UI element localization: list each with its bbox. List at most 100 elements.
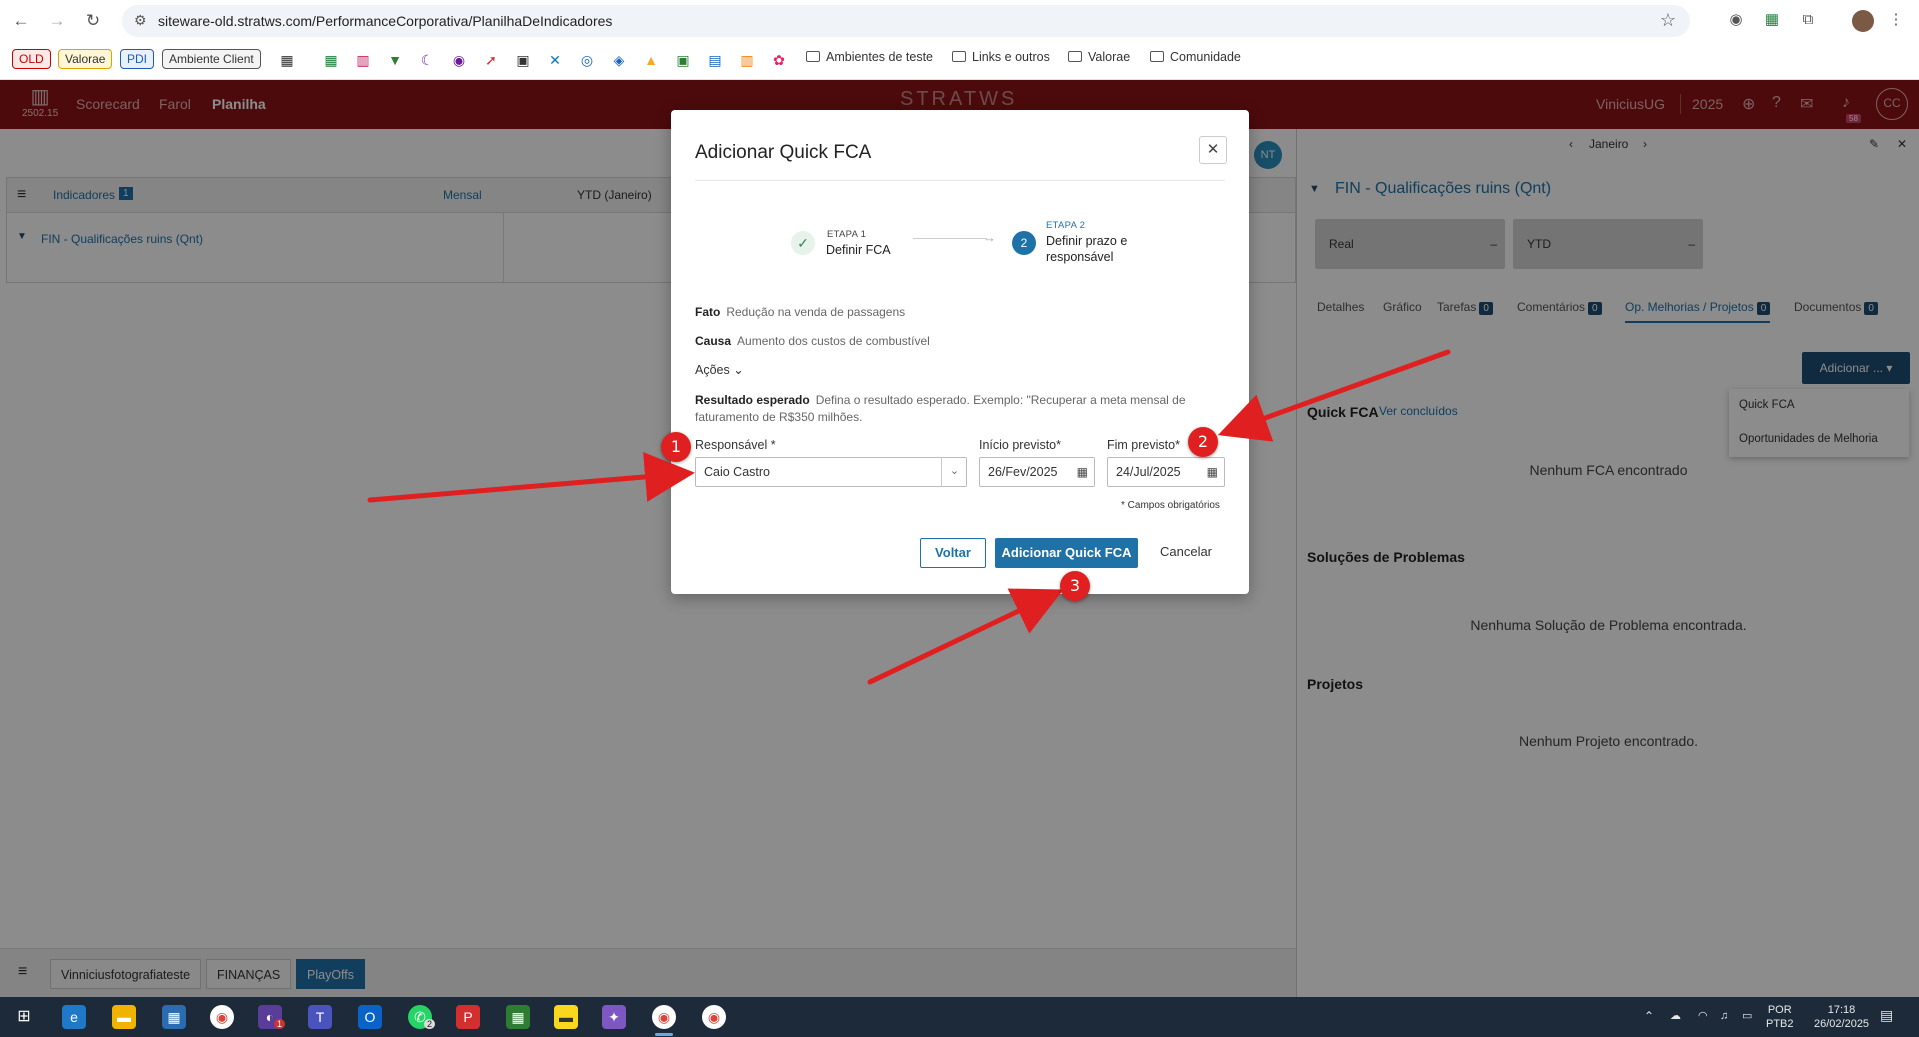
inicio-label: Início previsto* <box>979 438 1061 452</box>
divider <box>695 180 1225 181</box>
causa-row: Causa Aumento dos custos de combustível <box>695 334 930 348</box>
folder-icon <box>952 51 966 62</box>
fato-row: Fato Redução na venda de passagens <box>695 305 905 319</box>
quick-fca-modal: Adicionar Quick FCA ✕ ✓ ETAPA 1 Definir … <box>671 110 1249 594</box>
bookmark-icon[interactable]: ✿ <box>770 51 788 69</box>
bookmark-folder[interactable]: Comunidade <box>1150 50 1241 64</box>
fim-date-input[interactable]: 24/Jul/2025 ▦ <box>1107 457 1225 487</box>
address-bar[interactable]: ⚙ siteware-old.stratws.com/PerformanceCo… <box>122 5 1690 37</box>
bookmark-icon[interactable]: ◉ <box>450 51 468 69</box>
chart-icon[interactable]: ▥ <box>738 51 756 69</box>
bookmark-icon[interactable]: ▦ <box>322 51 340 69</box>
notification-center-icon[interactable]: ▤ <box>1880 1008 1893 1022</box>
clock-time: 17:18 <box>1827 1004 1856 1016</box>
responsavel-label: Responsável * <box>695 438 776 452</box>
responsavel-select[interactable]: Caio Castro <box>695 457 967 487</box>
acoes-label: Ações <box>695 363 730 377</box>
fim-value: 24/Jul/2025 <box>1116 465 1181 479</box>
calendar-icon[interactable]: ▦ <box>1207 458 1218 486</box>
check-icon: ✓ <box>791 231 815 255</box>
bookmark-valorae[interactable]: Valorae <box>58 49 113 69</box>
copilot-icon[interactable]: ✦ <box>602 1005 626 1029</box>
resultado-value: Defina o resultado esperado. Exemplo: "R… <box>815 393 1186 407</box>
bookmark-icon[interactable]: ▣ <box>674 51 692 69</box>
language-indicator[interactable]: POR PTB2 <box>1766 1003 1794 1031</box>
reload-icon[interactable]: ↻ <box>80 8 106 34</box>
bookmark-folder[interactable]: Ambientes de teste <box>806 50 933 64</box>
docs-icon[interactable]: ▤ <box>706 51 724 69</box>
bookmark-folder-label: Ambientes de teste <box>826 50 934 64</box>
annotation-badge: 2 <box>1188 427 1218 457</box>
chevron-down-icon: ⌄ <box>733 363 744 377</box>
step2-label: Definir prazo e <box>1046 234 1128 248</box>
step2-tag: ETAPA 2 <box>1046 220 1086 231</box>
wifi-icon[interactable]: ◠ <box>1698 1009 1708 1023</box>
browser-toolbar: ← → ↻ ⚙ siteware-old.stratws.com/Perform… <box>0 0 1919 42</box>
step2-number: 2 <box>1012 231 1036 255</box>
store-icon[interactable]: ▦ <box>162 1005 186 1029</box>
chrome-icon[interactable]: ◉ <box>210 1005 234 1029</box>
required-note: * Campos obrigatórios <box>1121 500 1220 511</box>
chrome-profile-icon[interactable]: ◉ <box>702 1005 726 1029</box>
app-icon[interactable]: ▦ <box>506 1005 530 1029</box>
folder-icon <box>1068 51 1082 62</box>
causa-value: Aumento dos custos de combustível <box>737 334 930 348</box>
sticky-notes-icon[interactable]: ▬ <box>554 1005 578 1029</box>
chevron-up-icon[interactable]: ⌃ <box>1644 1009 1654 1023</box>
taskbar-badge: 2 <box>424 1019 436 1029</box>
bookmark-folder-label: Comunidade <box>1170 50 1241 64</box>
volume-icon[interactable]: ♫ <box>1720 1009 1728 1023</box>
bookmark-pdi[interactable]: PDI <box>120 49 155 69</box>
file-explorer-icon[interactable]: ▬ <box>112 1005 136 1029</box>
puzzle-icon[interactable]: ⧉ <box>1798 10 1818 30</box>
bookmark-icon[interactable]: ◎ <box>578 51 596 69</box>
back-icon[interactable]: ← <box>8 8 34 34</box>
bookmark-icon[interactable]: ◈ <box>610 51 628 69</box>
site-info-icon[interactable]: ⚙ <box>134 12 147 29</box>
battery-icon[interactable]: ▭ <box>1742 1009 1752 1023</box>
inicio-date-input[interactable]: 26/Fev/2025 ▦ <box>979 457 1095 487</box>
bookmark-icon[interactable]: ➚ <box>482 51 500 69</box>
folder-icon <box>1150 51 1164 62</box>
resultado-label: Resultado esperado <box>695 393 810 407</box>
teams-icon[interactable]: T <box>308 1005 332 1029</box>
calendar-icon[interactable]: ▦ <box>1077 458 1088 486</box>
step1-label: Definir FCA <box>826 243 891 257</box>
acoes-toggle[interactable]: Ações ⌄ <box>695 362 744 377</box>
drive-icon[interactable]: ▲ <box>642 51 660 69</box>
lang-code: POR <box>1767 1004 1792 1016</box>
clock[interactable]: 17:18 26/02/2025 <box>1814 1003 1869 1031</box>
app-icon[interactable]: P <box>456 1005 480 1029</box>
bookmark-ambiente-client[interactable]: Ambiente Client <box>162 49 261 69</box>
bookmark-icon[interactable]: ▥ <box>354 51 372 69</box>
bookmark-folder[interactable]: Links e outros <box>952 50 1050 64</box>
forward-icon[interactable]: → <box>44 8 70 34</box>
arrow-right-icon: → <box>983 230 996 245</box>
fato-value: Redução na venda de passagens <box>726 305 906 319</box>
extension-icon[interactable]: ◉ <box>1726 10 1746 30</box>
grid-icon[interactable]: ▦ <box>278 51 296 69</box>
bookmark-star-icon[interactable]: ☆ <box>1660 10 1676 31</box>
profile-avatar[interactable] <box>1852 10 1874 32</box>
close-icon[interactable]: ✕ <box>1199 136 1227 164</box>
add-quick-fca-button[interactable]: Adicionar Quick FCA <box>995 538 1138 568</box>
bookmark-old[interactable]: OLD <box>12 49 51 69</box>
more-menu-icon[interactable]: ⋮ <box>1886 10 1906 30</box>
bookmark-icon[interactable]: ✕ <box>546 51 564 69</box>
chevron-down-icon[interactable]: ⌄ <box>941 457 967 487</box>
voltar-button[interactable]: Voltar <box>920 538 986 568</box>
outlook-icon[interactable]: O <box>358 1005 382 1029</box>
bookmark-icon[interactable]: ☾ <box>418 51 436 69</box>
url-text[interactable]: siteware-old.stratws.com/PerformanceCorp… <box>158 13 612 29</box>
edge-icon[interactable]: e <box>62 1005 86 1029</box>
step2-label: responsável <box>1046 250 1114 264</box>
chrome-icon[interactable]: ◉ <box>652 1005 676 1029</box>
windows-start-icon[interactable]: ⊞ <box>12 1005 36 1029</box>
bookmark-icon[interactable]: ▣ <box>514 51 532 69</box>
onedrive-icon[interactable]: ☁ <box>1670 1009 1681 1023</box>
bookmark-icon[interactable]: ▼ <box>386 51 404 69</box>
extension-icon[interactable]: ▦ <box>1762 10 1782 30</box>
step-connector <box>913 238 987 239</box>
cancel-button[interactable]: Cancelar <box>1151 538 1221 568</box>
bookmark-folder[interactable]: Valorae <box>1068 50 1130 64</box>
